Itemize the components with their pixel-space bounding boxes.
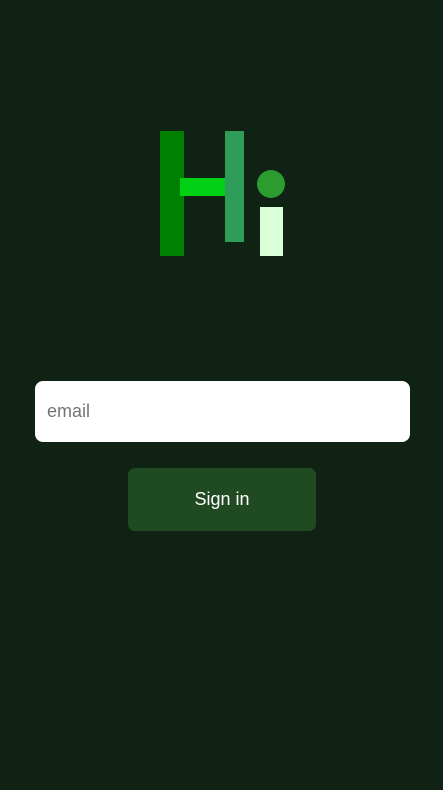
logo-h-right-stroke [225,131,244,242]
sign-in-button[interactable]: Sign in [128,468,316,531]
hi-logo [0,0,443,300]
email-input[interactable] [35,381,410,442]
logo-i-stem [260,207,283,256]
logo-h-crossbar [180,178,226,196]
logo-i-dot [257,170,285,198]
